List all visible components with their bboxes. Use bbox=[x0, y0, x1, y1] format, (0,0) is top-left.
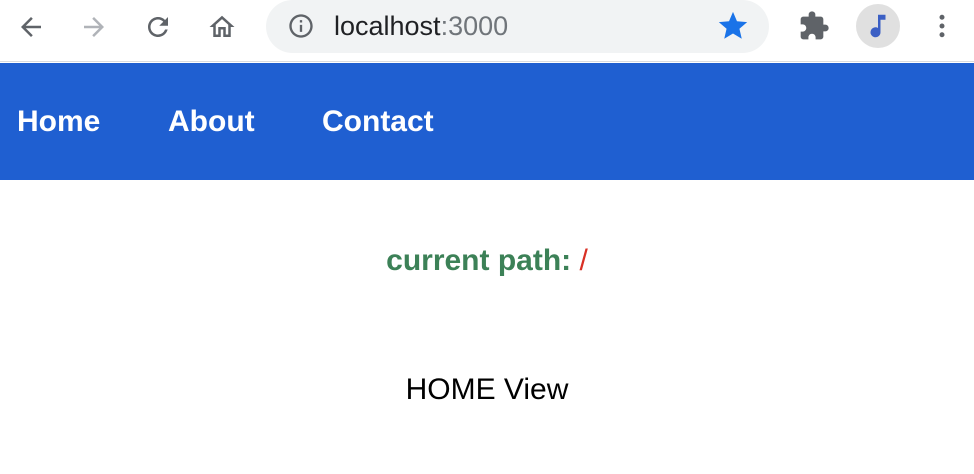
info-icon[interactable] bbox=[287, 12, 315, 40]
profile-avatar[interactable] bbox=[856, 4, 900, 48]
app-navbar: Home About Contact bbox=[0, 63, 974, 180]
url-port: :3000 bbox=[440, 11, 509, 41]
address-bar[interactable]: localhost:3000 bbox=[266, 0, 769, 53]
browser-toolbar: localhost:3000 bbox=[0, 0, 974, 62]
back-button[interactable] bbox=[12, 8, 50, 46]
reload-button[interactable] bbox=[139, 8, 177, 46]
current-path-line: current path: / bbox=[0, 243, 974, 279]
forward-arrow-icon bbox=[84, 17, 104, 37]
current-path-label: current path: bbox=[386, 244, 572, 277]
url-host: localhost bbox=[334, 11, 441, 41]
back-arrow-icon bbox=[21, 17, 41, 37]
forward-button[interactable] bbox=[75, 8, 113, 46]
nav-link-contact[interactable]: Contact bbox=[322, 105, 434, 139]
url-text[interactable]: localhost:3000 bbox=[334, 11, 508, 41]
home-icon bbox=[209, 15, 235, 37]
home-button[interactable] bbox=[203, 8, 241, 46]
current-path-value: / bbox=[579, 244, 588, 277]
reload-icon bbox=[148, 17, 168, 37]
browser-menu-button[interactable] bbox=[922, 7, 962, 45]
kebab-menu-icon bbox=[939, 14, 945, 38]
view-heading: HOME View bbox=[405, 373, 569, 406]
star-icon[interactable] bbox=[716, 9, 750, 43]
puzzle-icon bbox=[800, 11, 829, 40]
nav-link-home[interactable]: Home bbox=[17, 105, 100, 139]
music-note-avatar-icon bbox=[870, 14, 886, 38]
nav-link-about[interactable]: About bbox=[168, 105, 255, 139]
extensions-button[interactable] bbox=[795, 7, 833, 45]
